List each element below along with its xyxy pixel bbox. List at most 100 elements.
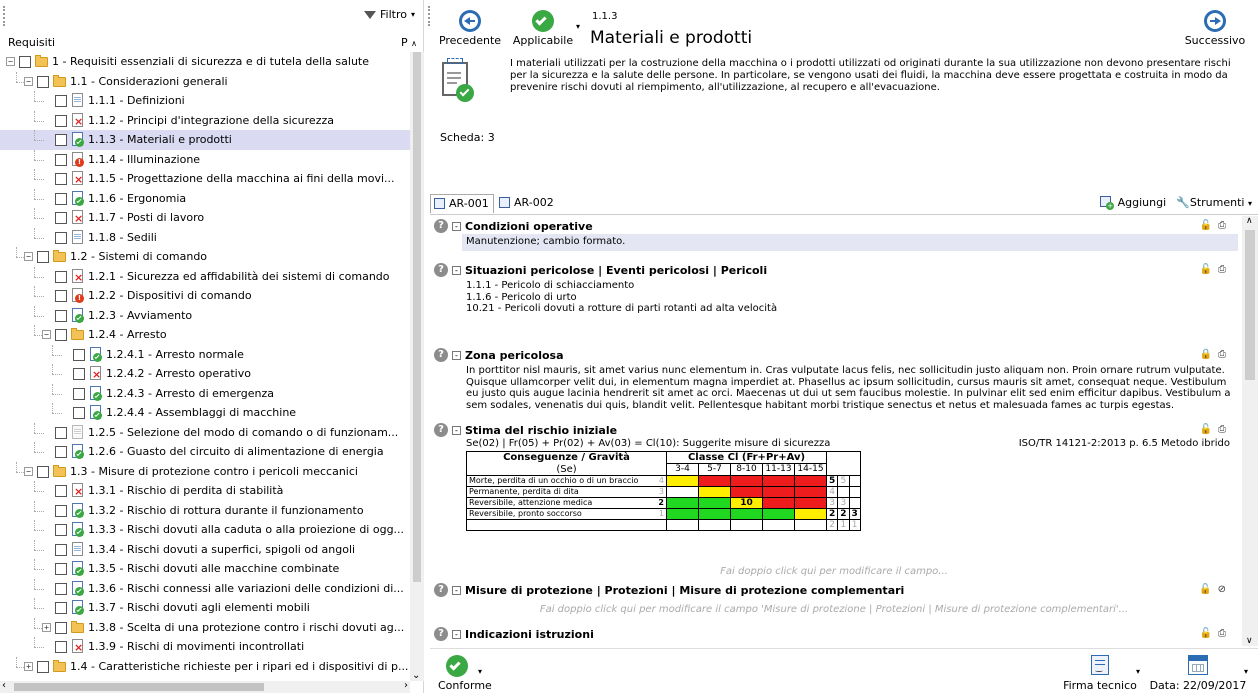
- scroll-left-icon[interactable]: ‹: [2, 680, 6, 691]
- hscroll-thumb[interactable]: [14, 683, 264, 691]
- tree-checkbox[interactable]: [55, 134, 67, 146]
- tree-row[interactable]: 1.1.3 - Materiali e prodotti: [0, 130, 410, 150]
- tree-checkbox[interactable]: [55, 329, 67, 341]
- tree-row[interactable]: 1.3.3 - Rischi dovuti alla caduta o alla…: [0, 520, 410, 540]
- next-button[interactable]: Successivo: [1180, 10, 1250, 47]
- chevron-down-icon[interactable]: ▾: [478, 667, 482, 676]
- tree-row[interactable]: 1.2.4.3 - Arresto di emergenza: [0, 383, 410, 404]
- print-icon[interactable]: ⎙: [1218, 424, 1226, 435]
- analysis-content[interactable]: ? - Condizioni operative 🔓 ⎙ Manutenzione; …: [430, 216, 1242, 646]
- tree-row[interactable]: 1.2.4.4 - Assemblaggi di macchine: [0, 403, 410, 423]
- hidden-eye-icon[interactable]: ⊘: [1218, 584, 1226, 595]
- tree-checkbox[interactable]: [73, 387, 85, 400]
- tree-row[interactable]: × 1.3.1 - Rischio di perdita di stabilità: [0, 481, 410, 501]
- tree-checkbox[interactable]: [55, 173, 67, 185]
- scroll-down-icon[interactable]: ∨: [1246, 636, 1253, 646]
- tree-checkbox[interactable]: [55, 641, 67, 653]
- collapse-icon[interactable]: −: [42, 330, 51, 339]
- column-p[interactable]: P ∧: [401, 36, 417, 50]
- tree-checkbox[interactable]: [55, 543, 67, 556]
- tree-row[interactable]: − 1.2 - Sistemi di comando: [0, 247, 410, 267]
- tree-row[interactable]: − 1.2.4 - Arresto: [0, 325, 410, 345]
- collapse-icon[interactable]: -: [452, 221, 461, 231]
- collapse-icon[interactable]: −: [6, 57, 15, 66]
- print-icon[interactable]: ⎙: [1218, 349, 1226, 360]
- tree-row[interactable]: × 1.2.4.2 - Arresto operativo: [0, 364, 410, 384]
- tree-vertical-scrollbar[interactable]: ⌄: [410, 52, 424, 681]
- tree-checkbox[interactable]: [55, 504, 67, 517]
- tree-row[interactable]: 1.3.4 - Rischi dovuti a superfici, spigo…: [0, 539, 410, 560]
- scroll-thumb[interactable]: [413, 52, 421, 582]
- tree-row[interactable]: − 1.3 - Misure di protezione contro i per…: [0, 461, 410, 482]
- unlock-icon[interactable]: 🔓: [1199, 584, 1211, 595]
- tree-checkbox[interactable]: [55, 153, 67, 166]
- column-requisiti[interactable]: Requisiti: [8, 36, 55, 50]
- tree-row[interactable]: 1.2.3 - Avviamento: [0, 305, 410, 326]
- help-icon[interactable]: ?: [434, 423, 448, 437]
- tree-row[interactable]: × 1.1.2 - Principi d'integrazione della s…: [0, 110, 410, 131]
- tree-checkbox[interactable]: [55, 212, 67, 224]
- conforme-button[interactable]: Conforme ▾: [438, 655, 494, 692]
- help-icon[interactable]: ?: [434, 263, 448, 277]
- tree-checkbox[interactable]: [37, 465, 49, 478]
- tree-row[interactable]: × 1.1.7 - Posti di lavoro: [0, 208, 410, 228]
- requirements-tree[interactable]: − 1 - Requisiti essenziali di sicurezza e…: [0, 52, 410, 681]
- tree-checkbox[interactable]: [19, 56, 31, 68]
- collapse-icon[interactable]: -: [452, 265, 461, 275]
- collapse-icon[interactable]: −: [24, 76, 33, 86]
- stima-hint[interactable]: Fai doppio click qui per modificare il c…: [430, 566, 1238, 577]
- unlock-icon[interactable]: 🔓: [1200, 264, 1212, 275]
- tree-row[interactable]: × 1.1.5 - Progettazione della macchina ai…: [0, 169, 410, 189]
- tree-horizontal-scrollbar[interactable]: ‹ ›: [0, 680, 410, 693]
- tree-checkbox[interactable]: [55, 192, 67, 205]
- tree-row[interactable]: ! 1.2.2 - Dispositivi di comando: [0, 286, 410, 306]
- tree-checkbox[interactable]: [37, 75, 49, 88]
- situazioni-field[interactable]: 1.1.1 - Pericolo di schiacciamento 1.1.6…: [466, 280, 777, 315]
- risk-matrix[interactable]: Conseguenze / Gravità Classe Cl (Fr+Pr+Av…: [465, 451, 861, 531]
- tab-ar-001[interactable]: AR-001: [430, 194, 494, 213]
- tree-checkbox[interactable]: [55, 95, 67, 107]
- print-icon[interactable]: ⎙: [1218, 628, 1226, 639]
- unlock-icon[interactable]: 🔓: [1200, 628, 1212, 639]
- tree-checkbox[interactable]: [55, 602, 67, 614]
- print-icon[interactable]: ⎙: [1218, 220, 1226, 231]
- tree-row[interactable]: +1.3.8 - Scelta di una protezione contro…: [0, 617, 410, 638]
- expand-icon[interactable]: +: [24, 661, 33, 671]
- tree-row[interactable]: × 1.3.9 - Rischi di movimenti incontrolla…: [0, 637, 410, 657]
- tree-row[interactable]: − 1.1 - Considerazioni generali: [0, 71, 410, 92]
- filter-button[interactable]: Filtro ▾: [364, 8, 415, 21]
- tree-row[interactable]: 1.2.5 - Selezione del modo di comando o …: [0, 422, 410, 443]
- collapse-icon[interactable]: −: [24, 252, 33, 261]
- tree-row[interactable]: 1.1.1 - Definizioni: [0, 91, 410, 111]
- chevron-down-icon[interactable]: ▾: [1244, 667, 1248, 676]
- unlock-icon[interactable]: 🔓: [1200, 424, 1212, 435]
- condizioni-field[interactable]: Manutenzione; cambio formato.: [462, 234, 1238, 251]
- tree-checkbox[interactable]: [55, 446, 67, 458]
- help-icon[interactable]: ?: [434, 627, 448, 641]
- scroll-right-icon[interactable]: ›: [404, 680, 408, 691]
- tree-checkbox[interactable]: [55, 426, 67, 439]
- tree-row[interactable]: 1.1.8 - Sedili: [0, 227, 410, 248]
- firma-tecnico-button[interactable]: Firma tecnico ▾: [1060, 655, 1140, 692]
- applicable-button[interactable]: Applicabile ▾: [510, 10, 580, 47]
- tree-checkbox[interactable]: [55, 563, 67, 575]
- tree-checkbox[interactable]: [73, 348, 85, 361]
- tree-row[interactable]: 1.3.5 - Rischi dovuti alle macchine comb…: [0, 559, 410, 579]
- tree-checkbox[interactable]: [73, 407, 85, 419]
- tree-checkbox[interactable]: [55, 309, 67, 322]
- tree-checkbox[interactable]: [55, 582, 67, 595]
- scroll-thumb[interactable]: [1245, 230, 1255, 380]
- print-icon[interactable]: ⎙: [1218, 264, 1226, 275]
- tree-checkbox[interactable]: [55, 231, 67, 244]
- collapse-icon[interactable]: -: [452, 585, 461, 595]
- collapse-icon[interactable]: −: [24, 466, 33, 476]
- unlock-icon[interactable]: 🔓: [1200, 220, 1212, 231]
- lock-icon[interactable]: 🔒: [1200, 349, 1212, 360]
- collapse-icon[interactable]: -: [452, 629, 461, 639]
- tree-checkbox[interactable]: [55, 485, 67, 497]
- tree-checkbox[interactable]: [55, 114, 67, 127]
- help-icon[interactable]: ?: [434, 583, 448, 597]
- tree-row[interactable]: 1.3.7 - Rischi dovuti agli elementi mobi…: [0, 598, 410, 618]
- tree-checkbox[interactable]: [37, 660, 49, 673]
- add-button[interactable]: + Aggiungi: [1100, 196, 1166, 210]
